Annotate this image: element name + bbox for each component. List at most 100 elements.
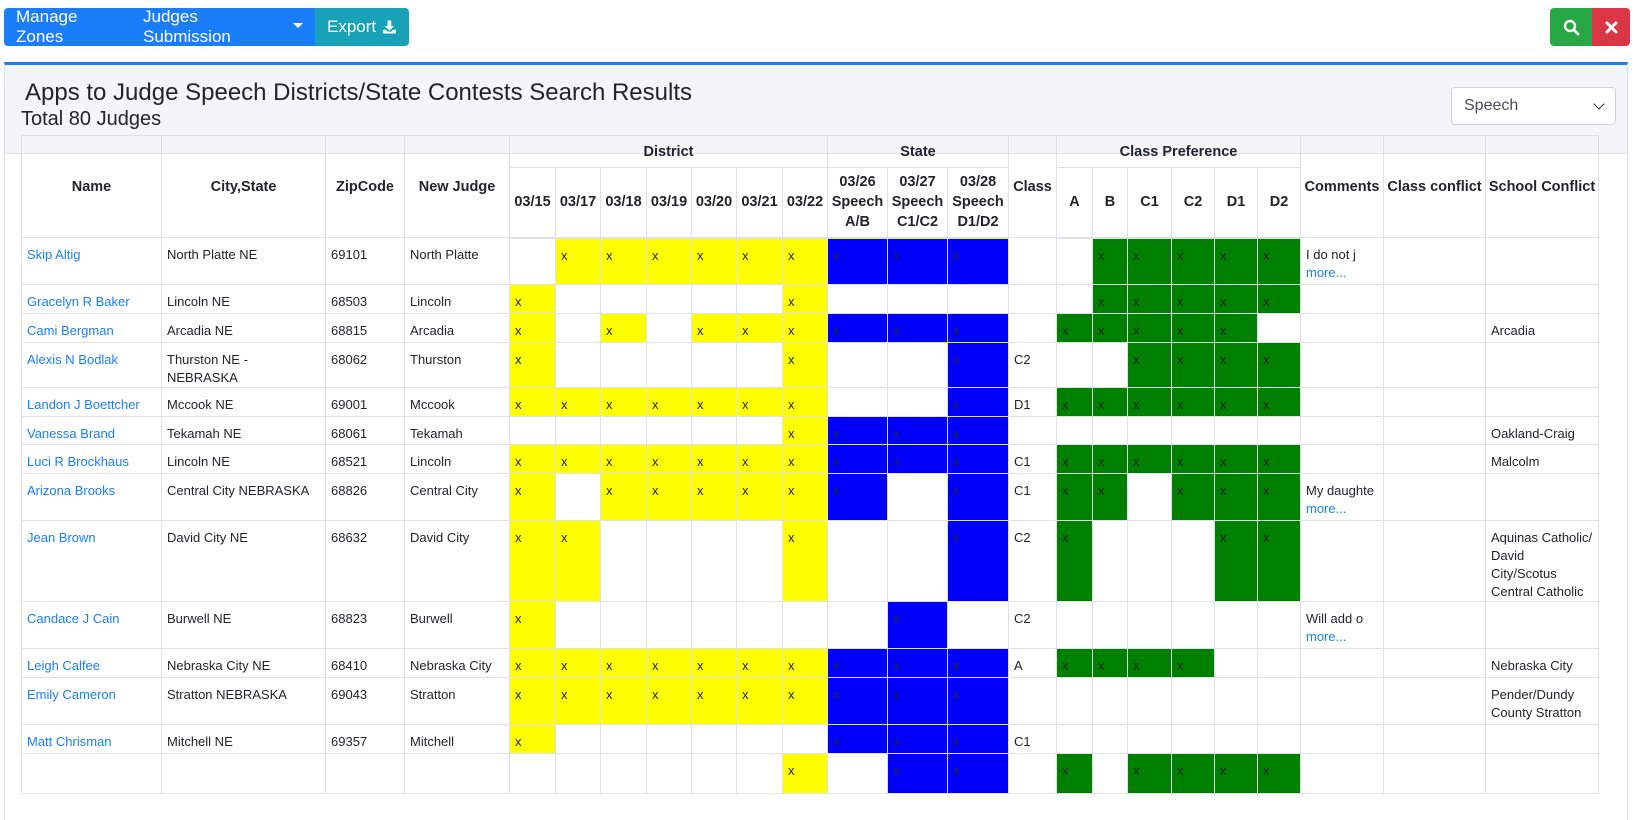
judge-name-link[interactable]: Leigh Calfee: [27, 658, 100, 673]
table-row: xxxxxxxx: [21, 753, 1599, 794]
class-preference-cell: [1257, 677, 1301, 725]
class-preference-cell: x: [1092, 237, 1128, 285]
class-preference-cell: x: [1214, 387, 1258, 417]
judge-name-link[interactable]: Vanessa Brand: [27, 426, 115, 441]
district-availability-cell: x: [646, 237, 692, 285]
class-cell: D1: [1008, 387, 1057, 417]
class-preference-cell: [1056, 237, 1093, 285]
col-school-conflict[interactable]: School Conflict: [1485, 135, 1599, 238]
judge-name-link[interactable]: Skip Altig: [27, 247, 80, 262]
col-class-pref[interactable]: A: [1056, 167, 1093, 239]
col-district-date[interactable]: 03/20: [691, 167, 737, 239]
col-class-pref[interactable]: B: [1092, 167, 1128, 239]
judge-name-link[interactable]: Landon J Boettcher: [27, 397, 140, 412]
judge-name-link[interactable]: Matt Chrisman: [27, 734, 112, 749]
class-preference-cell: [1257, 416, 1301, 445]
district-availability-cell: x: [509, 677, 556, 725]
name-cell: Vanessa Brand: [21, 416, 162, 445]
district-availability-cell: x: [646, 648, 692, 678]
more-link[interactable]: more...: [1306, 500, 1378, 518]
judge-name-link[interactable]: Candace J Cain: [27, 611, 120, 626]
zipcode-cell: 68823: [325, 601, 405, 649]
col-state-date[interactable]: 03/27 Speech C1/C2: [887, 167, 948, 239]
col-class-pref[interactable]: C2: [1171, 167, 1215, 239]
class-preference-cell: x: [1056, 444, 1093, 474]
class-preference-cell: [1171, 601, 1215, 649]
col-comments[interactable]: Comments: [1300, 135, 1384, 238]
col-city-state[interactable]: City,State: [161, 135, 326, 238]
col-new-judge[interactable]: New Judge: [404, 135, 510, 238]
district-availability-cell: x: [555, 237, 601, 285]
manage-zones-button[interactable]: Manage Zones: [4, 7, 131, 46]
col-zipcode[interactable]: ZipCode: [325, 135, 405, 238]
class-preference-cell: [1092, 753, 1128, 794]
col-class-pref[interactable]: D2: [1257, 167, 1301, 239]
new-judge-cell: Nebraska City: [404, 648, 510, 678]
district-availability-cell: x: [555, 520, 601, 602]
district-availability-cell: [736, 416, 783, 445]
district-availability-cell: [646, 724, 692, 754]
state-availability-cell: x: [887, 601, 948, 649]
class-preference-cell: x: [1214, 313, 1258, 343]
school-conflict-cell: Arcadia: [1485, 313, 1599, 343]
col-state-date[interactable]: 03/26 Speech A/B: [827, 167, 888, 239]
col-class-pref[interactable]: D1: [1214, 167, 1258, 239]
col-district-date[interactable]: 03/15: [509, 167, 556, 239]
comments-cell: I do not j more...: [1300, 237, 1384, 285]
download-icon: [383, 20, 397, 34]
col-district-date[interactable]: 03/19: [646, 167, 692, 239]
class-conflict-cell: [1383, 601, 1486, 649]
judge-name-link[interactable]: Luci R Brockhaus: [27, 454, 129, 469]
district-availability-cell: [600, 724, 647, 754]
new-judge-cell: Lincoln: [404, 444, 510, 474]
state-availability-cell: x: [827, 677, 888, 725]
col-district-date[interactable]: 03/21: [736, 167, 783, 239]
district-availability-cell: [691, 724, 737, 754]
class-preference-cell: x: [1127, 444, 1172, 474]
class-preference-cell: x: [1092, 387, 1128, 417]
judge-name-link[interactable]: Arizona Brooks: [27, 483, 115, 498]
judge-name-link[interactable]: Cami Bergman: [27, 323, 114, 338]
judge-name-link[interactable]: Emily Cameron: [27, 687, 116, 702]
judges-submission-label: Judges Submission: [143, 7, 231, 46]
more-link[interactable]: more...: [1306, 628, 1378, 646]
export-button[interactable]: Export: [315, 8, 409, 46]
close-button[interactable]: [1592, 8, 1630, 46]
col-class-conflict[interactable]: Class conflict: [1383, 135, 1486, 238]
more-link[interactable]: more...: [1306, 264, 1378, 282]
class-cell: A: [1008, 648, 1057, 678]
col-state-date[interactable]: 03/28 Speech D1/D2: [947, 167, 1009, 239]
search-button[interactable]: [1550, 8, 1592, 46]
col-district-date[interactable]: 03/17: [555, 167, 601, 239]
table-row: Emily Cameron Stratton NEBRASKA 69043 Strat…: [21, 677, 1599, 725]
school-conflict-cell: [1485, 284, 1599, 314]
class-preference-cell: x: [1257, 520, 1301, 602]
class-preference-cell: [1171, 724, 1215, 754]
class-preference-cell: [1056, 724, 1093, 754]
school-conflict-cell: Malcolm: [1485, 444, 1599, 474]
district-availability-cell: x: [555, 387, 601, 417]
class-preference-cell: [1214, 677, 1258, 725]
district-availability-cell: x: [782, 677, 828, 725]
col-name[interactable]: Name: [21, 135, 162, 238]
col-class-pref[interactable]: C1: [1127, 167, 1172, 239]
judge-name-link[interactable]: Alexis N Bodlak: [27, 352, 118, 367]
state-availability-cell: x: [887, 724, 948, 754]
new-judge-cell: Mitchell: [404, 724, 510, 754]
class-preference-cell: [1092, 677, 1128, 725]
activity-select[interactable]: Speech: [1451, 87, 1616, 125]
state-date: 03/26: [839, 174, 876, 191]
judge-name-link[interactable]: Gracelyn R Baker: [27, 294, 130, 309]
col-district-date[interactable]: 03/22: [782, 167, 828, 239]
col-district-date[interactable]: 03/18: [600, 167, 647, 239]
city-state-cell: North Platte NE: [161, 237, 326, 285]
top-toolbar: Manage Zones Judges Submission Export: [0, 0, 1634, 58]
zipcode-cell: 68061: [325, 416, 405, 445]
comments-cell: [1300, 342, 1384, 388]
school-conflict-cell: Aquinas Catholic/ David City/Scotus Cent…: [1485, 520, 1599, 602]
col-class[interactable]: Class: [1008, 135, 1057, 238]
judge-name-link[interactable]: Jean Brown: [27, 530, 96, 545]
judges-submission-dropdown[interactable]: Judges Submission: [131, 7, 315, 46]
table-row: Luci R Brockhaus Lincoln NE 68521 Lincoln x x…: [21, 444, 1599, 474]
comments-cell: [1300, 444, 1384, 474]
